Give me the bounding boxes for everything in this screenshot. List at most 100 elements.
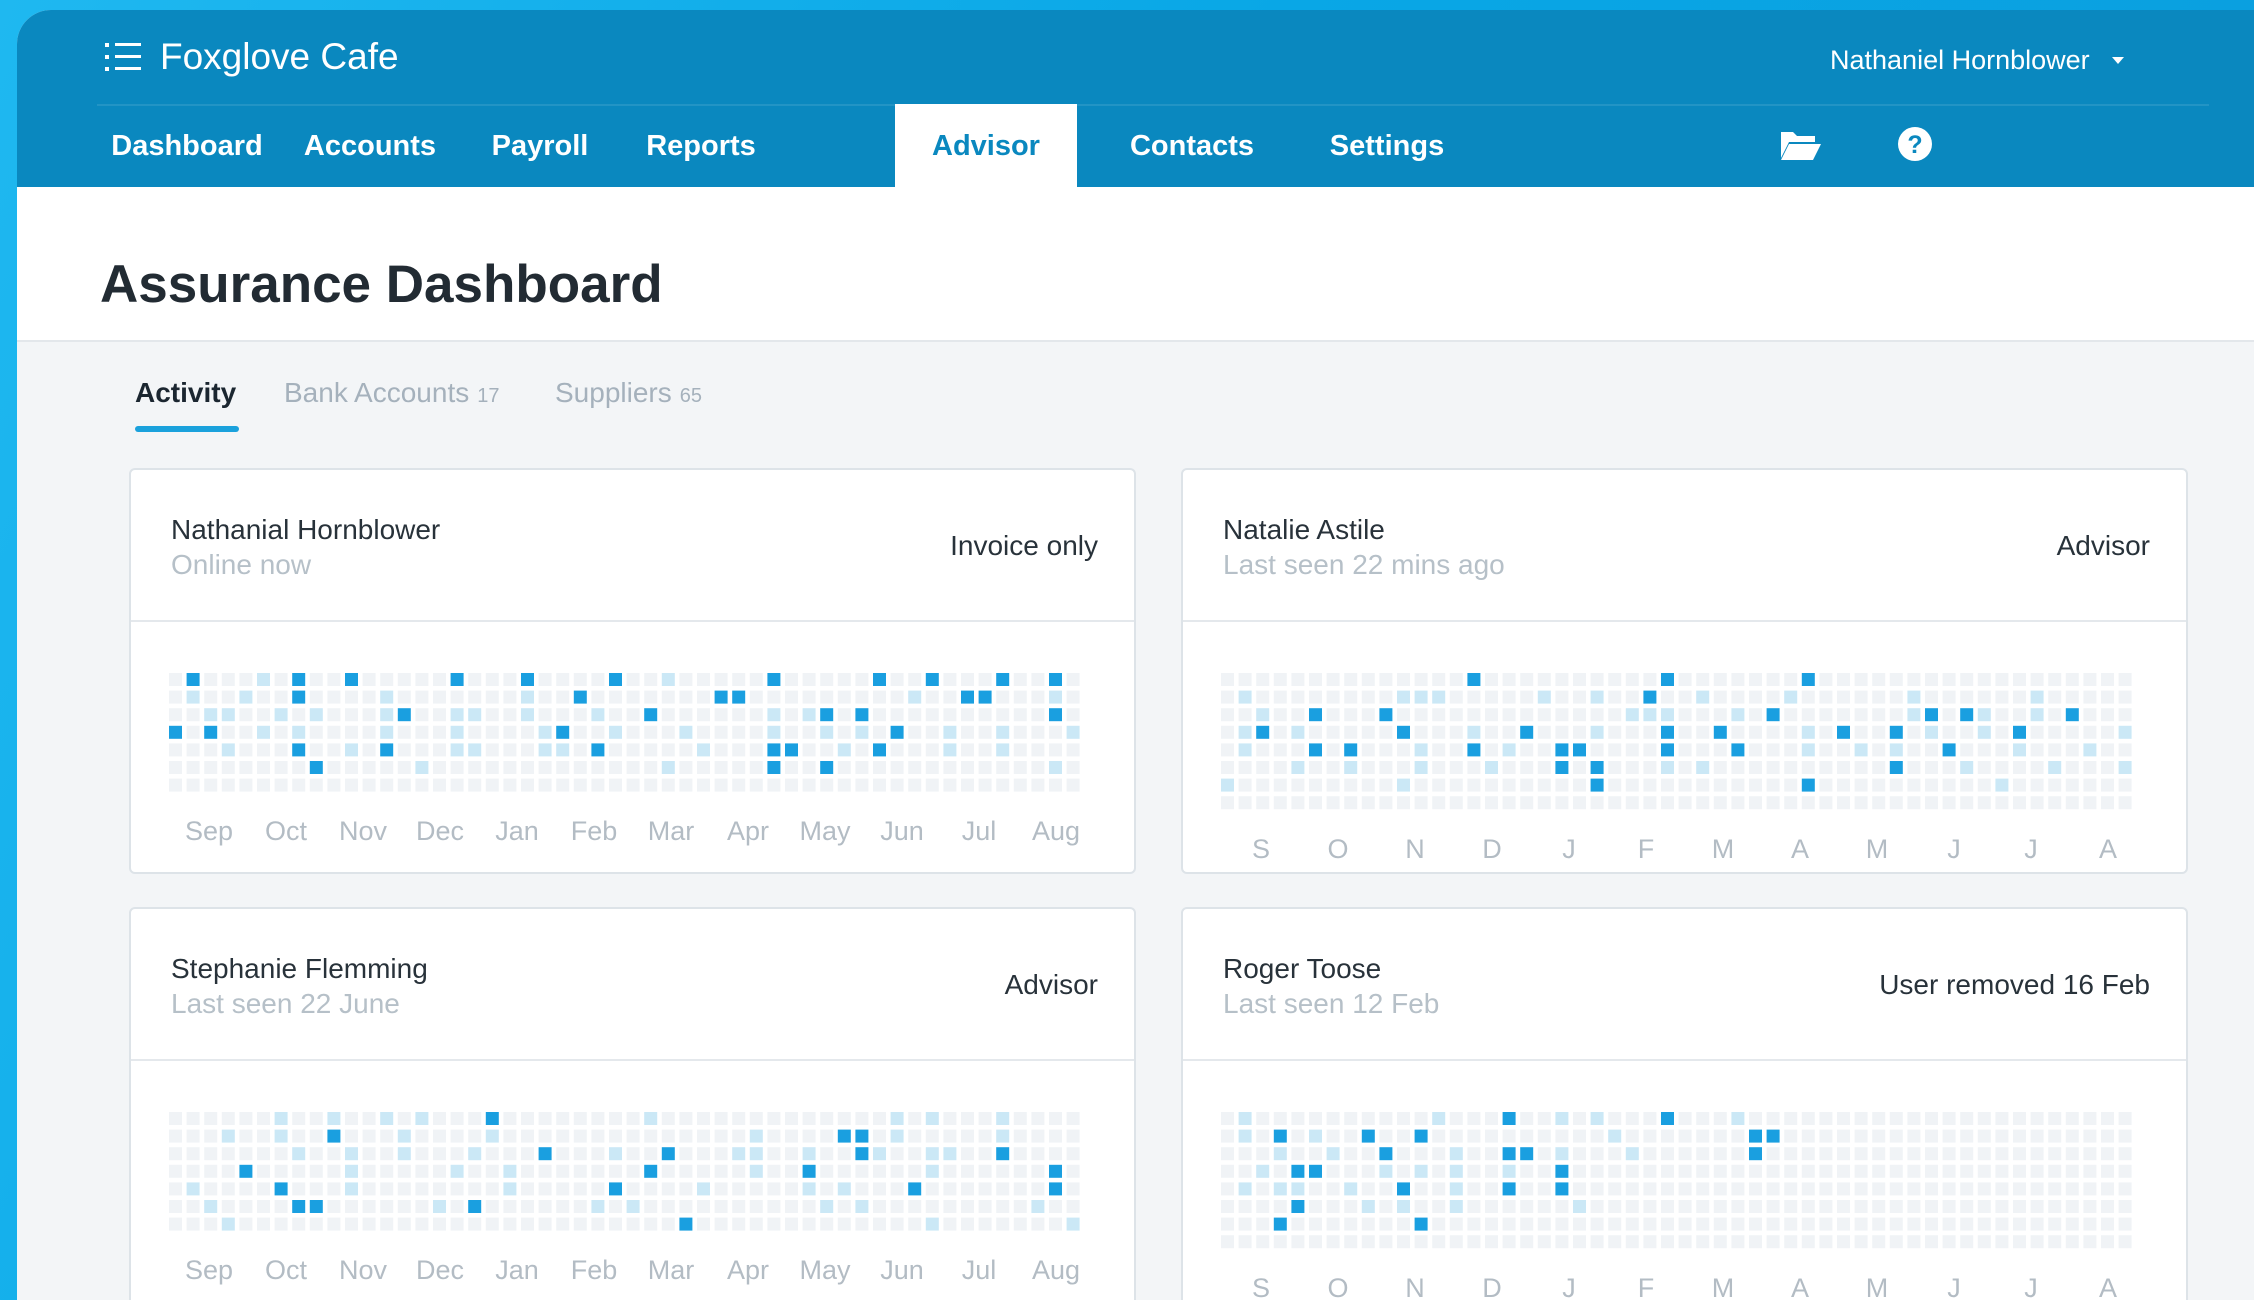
user-menu[interactable]: Nathaniel Hornblower [1830,45,2124,76]
activity-cell [1414,1182,1428,1196]
activity-cell [1379,1164,1393,1178]
activity-cell [1819,743,1833,757]
activity-cell [697,761,710,774]
activity-cell [433,761,446,774]
activity-cell [767,725,781,739]
activity-cell [1889,708,1903,722]
activity-cell [169,708,182,722]
subtab-bank-accounts[interactable]: Bank Accounts 17 [284,377,499,409]
activity-cell [873,1147,886,1161]
tab-advisor[interactable]: Advisor [895,104,1077,187]
activity-cell [714,743,728,757]
activity-cell [1273,1182,1287,1196]
activity-cell [538,1217,552,1231]
activity-cell [274,761,288,774]
activity-cell [2013,1164,2026,1178]
activity-cell [749,1217,763,1231]
activity-cell [1925,1147,1938,1161]
activity-cell [1766,725,1780,739]
activity-cell [2065,673,2079,686]
activity-cell [1031,761,1045,774]
user-activity-card[interactable]: Nathanial Hornblower Online now Invoice … [129,468,1136,874]
activity-cell [221,761,235,774]
tab-reports[interactable]: Reports [627,104,775,187]
activity-cell [820,743,834,757]
activity-cell [1801,1217,1815,1231]
activity-cell [1573,796,1586,810]
activity-cell [1889,1164,1903,1178]
help-icon[interactable]: ? [1893,124,1937,164]
activity-cell [1801,796,1815,810]
activity-cell [1837,743,1850,757]
user-activity-card[interactable]: Roger Toose Last seen 12 Feb User remove… [1181,907,2188,1300]
activity-cell [1485,1147,1498,1161]
menu-list-icon[interactable] [105,40,141,74]
subtab-activity[interactable]: Activity [135,377,236,409]
activity-cell [1221,690,1234,704]
activity-cell [1749,1235,1762,1249]
activity-cell [1573,778,1586,792]
activity-cell [890,1147,904,1161]
activity-cell [1925,796,1938,810]
tab-payroll[interactable]: Payroll [477,104,603,187]
activity-cell [1731,725,1745,739]
activity-cell [2118,796,2132,810]
activity-cell [1801,1235,1815,1249]
activity-cell [996,1217,1010,1231]
activity-cell [503,1112,517,1125]
activity-cell [556,761,570,774]
activity-cell [1643,1147,1657,1161]
activity-cell [1942,1200,1956,1213]
activity-cell [1625,673,1639,686]
activity-cell [820,673,834,686]
activity-cell [1221,1129,1234,1143]
app-title[interactable]: Foxglove Cafe [160,36,399,78]
activity-cell [714,1164,728,1178]
activity-cell [1784,725,1798,739]
user-activity-card[interactable]: Stephanie Flemming Last seen 22 June Adv… [129,907,1136,1300]
activity-cell [802,1147,816,1161]
activity-cell [609,1182,622,1196]
activity-cell [538,673,552,686]
activity-cell [1326,743,1340,757]
activity-cell [345,743,358,757]
activity-cell [785,690,798,704]
month-label: A [2098,833,2118,864]
activity-cell [1696,1200,1710,1213]
activity-cell [397,743,411,757]
tab-contacts[interactable]: Contacts [1103,104,1281,187]
activity-cell [538,761,552,774]
activity-cell [873,690,886,704]
activity-cell [1854,1164,1868,1178]
activity-cell [785,1112,798,1125]
activity-cell [468,1164,482,1178]
activity-cell [309,1112,323,1125]
activity-cell [1942,778,1956,792]
tab-accounts[interactable]: Accounts [289,104,451,187]
activity-cell [837,1112,851,1125]
activity-cell [274,1129,288,1143]
activity-cell [327,1200,341,1213]
user-activity-card[interactable]: Natalie Astile Last seen 22 mins ago Adv… [1181,468,2188,874]
activity-cell [1502,796,1516,810]
activity-cell [362,1182,376,1196]
activity-cell [485,743,499,757]
activity-cell [309,673,323,686]
activity-cell [820,725,834,739]
activity-cell [591,1217,605,1231]
activity-cell [837,1217,851,1231]
activity-cell [1049,708,1062,722]
activity-cell [1749,1164,1762,1178]
activity-cell [468,1147,482,1161]
activity-cell [397,1147,411,1161]
activity-cell [1819,725,1833,739]
tab-dashboard[interactable]: Dashboard [107,104,267,187]
activity-cell [609,708,622,722]
tab-settings[interactable]: Settings [1307,104,1467,187]
activity-cell [503,778,517,792]
activity-cell [257,1147,270,1161]
activity-cell [714,673,728,686]
activity-cell [415,761,429,774]
folder-open-icon[interactable] [1779,124,1823,164]
subtab-suppliers[interactable]: Suppliers 65 [555,377,702,409]
